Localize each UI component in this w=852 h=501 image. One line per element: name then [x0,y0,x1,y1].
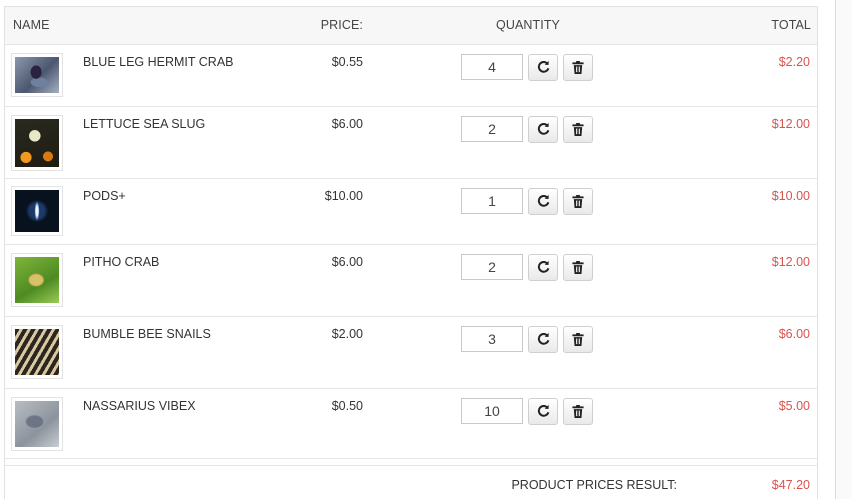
trash-icon [572,195,584,208]
update-quantity-button[interactable] [528,188,558,215]
product-price: $6.00 [331,255,363,269]
product-name[interactable]: BLUE LEG HERMIT CRAB [83,55,234,69]
update-quantity-button[interactable] [528,398,558,425]
pitho-crab-photo [15,257,59,303]
product-name[interactable]: BUMBLE BEE SNAILS [83,327,211,341]
column-header-price: PRICE: [320,18,363,32]
remove-item-button[interactable] [563,398,593,425]
refresh-icon [537,195,549,207]
quantity-input[interactable]: 4 [461,54,523,80]
table-row: BLUE LEG HERMIT CRAB $0.55 4 $2.20 [5,44,817,107]
table-row: NASSARIUS VIBEX $0.50 10 $5.00 [5,388,817,459]
table-row: LETTUCE SEA SLUG $6.00 2 $12.00 [5,106,817,179]
table-row: BUMBLE BEE SNAILS $2.00 3 $6.00 [5,316,817,389]
refresh-icon [537,405,549,417]
update-quantity-button[interactable] [528,326,558,353]
line-total: $2.20 [778,55,810,69]
product-name[interactable]: LETTUCE SEA SLUG [83,117,205,131]
cart-summary: PRODUCT PRICES RESULT: $47.20 [5,465,817,501]
product-thumbnail[interactable] [11,325,63,379]
update-quantity-button[interactable] [528,116,558,143]
refresh-icon [537,333,549,345]
quantity-input[interactable]: 1 [461,188,523,214]
product-thumbnail[interactable] [11,253,63,307]
product-price: $10.00 [324,189,363,203]
column-header-name: NAME [13,18,50,32]
bumble-bee-snail-photo [15,329,59,375]
product-name[interactable]: PITHO CRAB [83,255,159,269]
table-row: PITHO CRAB $6.00 2 $12.00 [5,244,817,317]
nassarius-snail-photo [15,401,59,447]
quantity-input[interactable]: 2 [461,254,523,280]
refresh-icon [537,123,549,135]
remove-item-button[interactable] [563,326,593,353]
column-header-quantity: QUANTITY [496,18,560,32]
summary-total: $47.20 [771,478,810,492]
line-total: $6.00 [778,327,810,341]
product-thumbnail[interactable] [11,186,63,236]
quantity-input[interactable]: 3 [461,326,523,352]
trash-icon [572,261,584,274]
product-price: $6.00 [331,117,363,131]
trash-icon [572,405,584,418]
trash-icon [572,123,584,136]
product-name[interactable]: NASSARIUS VIBEX [83,399,196,413]
line-total: $12.00 [771,255,810,269]
cart-table: NAME PRICE: QUANTITY TOTAL BLUE LEG HERM… [4,6,818,499]
refresh-icon [537,61,549,73]
update-quantity-button[interactable] [528,254,558,281]
line-total: $12.00 [771,117,810,131]
line-total: $5.00 [778,399,810,413]
remove-item-button[interactable] [563,54,593,81]
product-price: $2.00 [331,327,363,341]
product-thumbnail[interactable] [11,53,63,97]
remove-item-button[interactable] [563,254,593,281]
refresh-icon [537,261,549,273]
product-price: $0.55 [331,55,363,69]
line-total: $10.00 [771,189,810,203]
scrollbar-track[interactable] [835,0,852,499]
product-name[interactable]: PODS+ [83,189,126,203]
hermit-crab-photo [15,57,59,93]
table-header: NAME PRICE: QUANTITY TOTAL [5,7,817,45]
pods-photo [15,190,59,232]
table-row: PODS+ $10.00 1 $10.00 [5,178,817,245]
trash-icon [572,333,584,346]
sea-slug-photo [15,119,59,167]
column-header-total: TOTAL [771,18,811,32]
product-price: $0.50 [331,399,363,413]
product-thumbnail[interactable] [11,115,63,171]
remove-item-button[interactable] [563,116,593,143]
update-quantity-button[interactable] [528,54,558,81]
remove-item-button[interactable] [563,188,593,215]
trash-icon [572,61,584,74]
summary-label: PRODUCT PRICES RESULT: [511,478,677,492]
quantity-input[interactable]: 2 [461,116,523,142]
product-thumbnail[interactable] [11,397,63,451]
quantity-input[interactable]: 10 [461,398,523,424]
